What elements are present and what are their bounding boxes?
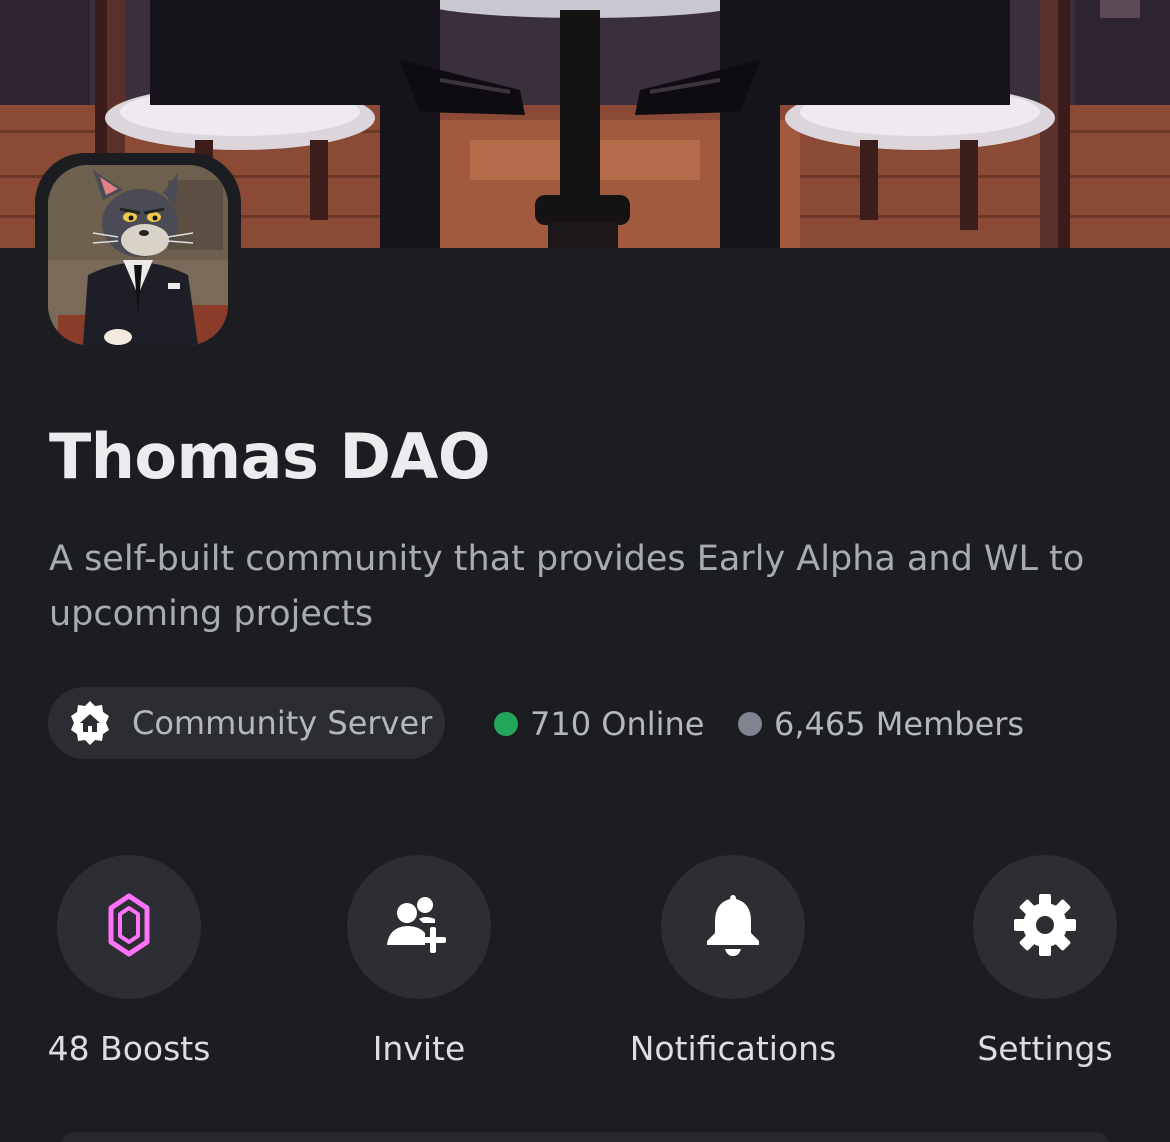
invite-button-circle[interactable] [347, 855, 491, 999]
member-count: 6,465 Members [738, 703, 1024, 745]
settings-button-circle[interactable] [973, 855, 1117, 999]
next-section-card [60, 1132, 1110, 1142]
add-user-icon [385, 893, 453, 961]
notifications-button[interactable]: Notifications [603, 855, 863, 1068]
server-description: A self-built community that provides Ear… [49, 539, 1085, 634]
community-server-label: Community Server [132, 704, 433, 742]
online-count-text: 710 Online [530, 705, 705, 743]
boosts-button[interactable]: 48 Boosts [0, 855, 259, 1068]
member-count-text: 6,465 Members [774, 705, 1025, 743]
boost-gem-icon [107, 893, 151, 961]
members-dot-icon [738, 712, 762, 736]
notifications-button-circle[interactable] [661, 855, 805, 999]
online-count: 710 Online [494, 703, 704, 745]
bell-icon [705, 893, 761, 961]
boosts-button-circle[interactable] [57, 855, 201, 999]
server-name: Thomas DAO [49, 420, 491, 493]
community-server-badge[interactable]: Community Server [48, 687, 445, 759]
gear-icon [1012, 892, 1078, 962]
server-profile-screen: Thomas DAO A self-built community that p… [0, 0, 1170, 1142]
settings-label: Settings [977, 1029, 1113, 1068]
settings-button[interactable]: Settings [915, 855, 1170, 1068]
community-house-icon [66, 699, 114, 747]
invite-button[interactable]: Invite [289, 855, 549, 1068]
online-dot-icon [494, 712, 518, 736]
server-avatar[interactable] [48, 165, 228, 345]
boosts-label: 48 Boosts [47, 1029, 211, 1068]
invite-label: Invite [372, 1029, 466, 1068]
notifications-label: Notifications [629, 1029, 837, 1068]
